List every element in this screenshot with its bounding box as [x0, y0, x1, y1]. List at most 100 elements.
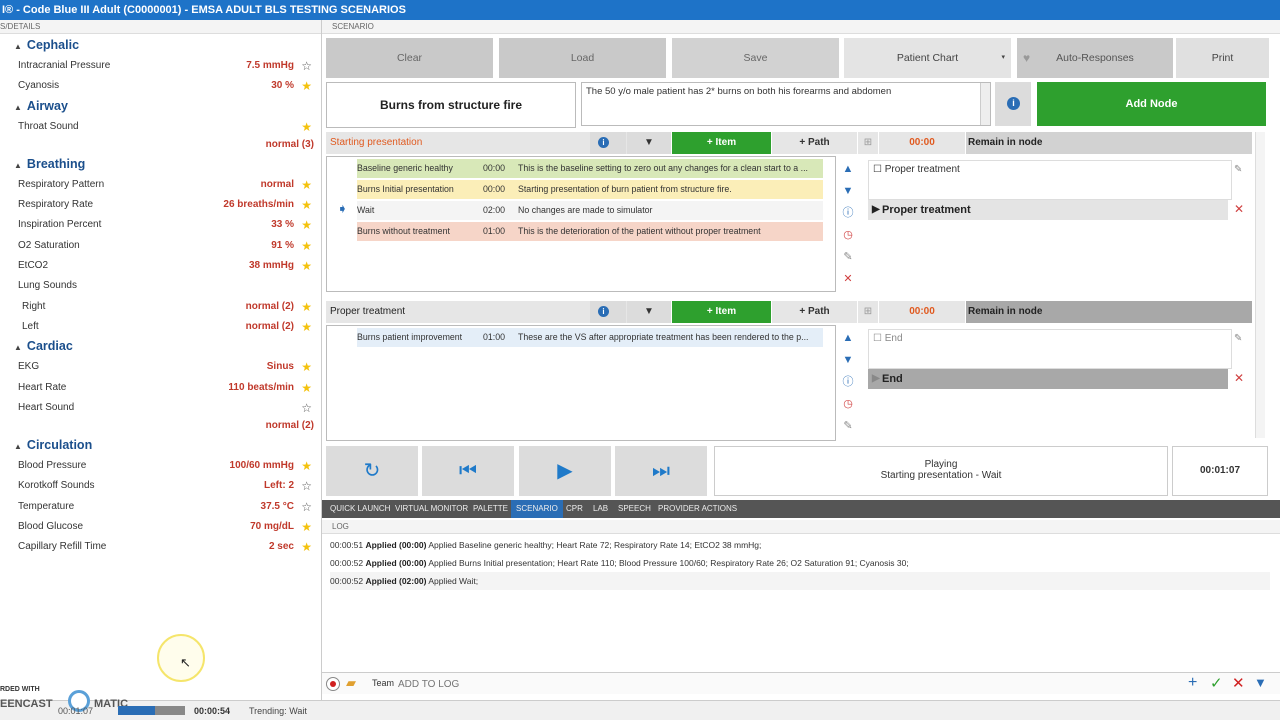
tab-speech[interactable]: SPEECH: [618, 500, 651, 518]
star-icon[interactable]: ★: [301, 195, 312, 215]
tab-lab[interactable]: LAB: [593, 500, 608, 518]
node1-path-row[interactable]: ▶ Proper treatment: [868, 200, 1228, 220]
info-button[interactable]: i: [995, 82, 1031, 126]
list-item[interactable]: Baseline generic healthy 00:00 This is the…: [357, 159, 823, 178]
patient-chart-button[interactable]: Patient Chart ▾: [844, 38, 1012, 78]
load-button[interactable]: Load: [499, 38, 667, 78]
parameter-row[interactable]: EKG Sinus ★: [12, 357, 318, 377]
star-icon[interactable]: ★: [301, 215, 312, 235]
collapse-icon[interactable]: ▲: [14, 103, 22, 112]
star-icon[interactable]: ★: [301, 236, 312, 256]
parameter-row[interactable]: Cyanosis 30 % ★: [12, 76, 318, 96]
star-icon[interactable]: ★: [301, 517, 312, 537]
team-label[interactable]: Team: [372, 678, 394, 688]
play-button[interactable]: ▶: [519, 446, 611, 496]
node1-add-path-button[interactable]: + Path: [772, 132, 857, 154]
section-breathing[interactable]: ▲ Breathing: [12, 155, 318, 175]
parameter-row[interactable]: Heart Rate 110 beats/min ★: [12, 378, 318, 398]
star-icon[interactable]: ★: [301, 317, 312, 337]
node1-dropdown[interactable]: ▼: [627, 132, 671, 154]
star-icon[interactable]: ☆: [301, 56, 312, 76]
parameter-row[interactable]: Respiratory Pattern normal ★: [12, 175, 318, 195]
clear-button[interactable]: Clear: [326, 38, 494, 78]
parameter-row[interactable]: Left normal (2) ★: [12, 317, 318, 337]
arrow-up-icon[interactable]: ▲: [837, 158, 859, 180]
parameter-row[interactable]: Blood Glucose 70 mg/dL ★: [12, 517, 318, 537]
filter-icon[interactable]: ▼: [1254, 675, 1267, 690]
folder-icon[interactable]: ▰: [346, 675, 356, 691]
collapse-icon[interactable]: ▲: [14, 161, 22, 170]
auto-responses-button[interactable]: ♥ Auto-Responses: [1017, 38, 1174, 78]
node1-remain[interactable]: Remain in node: [966, 132, 1252, 154]
star-icon[interactable]: ☆: [301, 398, 312, 418]
star-icon[interactable]: ★: [301, 76, 312, 96]
path-checkbox[interactable]: ☐ Proper treatment: [873, 164, 960, 175]
scenario-scrollbar[interactable]: [1255, 132, 1265, 438]
info-icon[interactable]: ⓘ: [837, 202, 859, 224]
parameter-row[interactable]: Inspiration Percent 33 % ★: [12, 215, 318, 235]
add-icon[interactable]: +: [1188, 674, 1197, 692]
parameter-row[interactable]: EtCO2 38 mmHg ★: [12, 256, 318, 276]
star-icon[interactable]: ★: [301, 456, 312, 476]
node2-dropdown[interactable]: ▼: [627, 301, 671, 323]
tab-scenario[interactable]: SCENARIO: [511, 500, 563, 518]
node2-info-button[interactable]: i: [590, 301, 626, 323]
scenario-description[interactable]: The 50 y/o male patient has 2* burns on …: [581, 82, 991, 126]
node2-remain[interactable]: Remain in node: [966, 301, 1252, 323]
tab-virtual-monitor[interactable]: VIRTUAL MONITOR: [395, 500, 468, 518]
collapse-icon[interactable]: ▲: [14, 343, 22, 352]
edit-icon[interactable]: ✎: [837, 415, 859, 437]
tab-palette[interactable]: PALETTE: [473, 500, 508, 518]
log-input[interactable]: [398, 675, 1178, 693]
record-button[interactable]: [326, 677, 340, 691]
skip-back-button[interactable]: ⏮: [422, 446, 514, 496]
delete-path-icon[interactable]: ✕: [1234, 202, 1244, 216]
collapse-icon[interactable]: ▲: [14, 442, 22, 451]
save-button[interactable]: Save: [672, 38, 840, 78]
edit-icon[interactable]: ✎: [1234, 164, 1242, 175]
edit-icon[interactable]: ✎: [837, 246, 859, 268]
arrow-up-icon[interactable]: ▲: [837, 327, 859, 349]
tree-icon[interactable]: ⊞: [858, 132, 878, 154]
parameter-row[interactable]: Respiratory Rate 26 breaths/min ★: [12, 195, 318, 215]
tree-icon[interactable]: ⊞: [858, 301, 878, 323]
arrow-down-icon[interactable]: ▼: [837, 349, 859, 371]
parameter-row[interactable]: Right normal (2) ★: [12, 297, 318, 317]
node2-add-item-button[interactable]: + Item: [672, 301, 771, 323]
parameter-row[interactable]: O2 Saturation 91 % ★: [12, 236, 318, 256]
collapse-icon[interactable]: ▲: [14, 42, 22, 51]
section-cardiac[interactable]: ▲ Cardiac: [12, 337, 318, 357]
close-icon[interactable]: ✕: [1232, 674, 1245, 692]
restart-button[interactable]: ↻: [326, 446, 418, 496]
parameter-row[interactable]: Lung Sounds: [12, 276, 318, 296]
clock-icon[interactable]: ◷: [837, 393, 859, 415]
parameter-row[interactable]: Temperature 37.5 °C ☆: [12, 497, 318, 517]
tab-quick-launch[interactable]: QUICK LAUNCH: [330, 500, 390, 518]
parameter-row[interactable]: Throat Sound ★: [12, 117, 318, 137]
section-circulation[interactable]: ▲ Circulation: [12, 436, 318, 456]
add-node-button[interactable]: Add Node: [1037, 82, 1266, 126]
list-item[interactable]: Wait 02:00 No changes are made to simulato…: [357, 201, 823, 220]
node2-add-path-button[interactable]: + Path: [772, 301, 857, 323]
parameter-row[interactable]: Capillary Refill Time 2 sec ★: [12, 537, 318, 557]
info-icon[interactable]: ⓘ: [837, 371, 859, 393]
node2-path-row[interactable]: ▶ End: [868, 369, 1228, 389]
list-item[interactable]: Burns patient improvement 01:00 These are …: [357, 328, 823, 347]
star-icon[interactable]: ☆: [301, 476, 312, 496]
check-icon[interactable]: ✓: [1210, 674, 1223, 692]
tab-cpr[interactable]: CPR: [566, 500, 583, 518]
skip-forward-button[interactable]: ⏭: [615, 446, 707, 496]
star-icon[interactable]: ★: [301, 256, 312, 276]
star-icon[interactable]: ★: [301, 175, 312, 195]
list-item[interactable]: Burns without treatment 01:00 This is the …: [357, 222, 823, 241]
delete-path-icon[interactable]: ✕: [1234, 371, 1244, 385]
path-checkbox[interactable]: ☐ End: [873, 333, 903, 344]
parameter-row[interactable]: Intracranial Pressure 7.5 mmHg ☆: [12, 56, 318, 76]
star-icon[interactable]: ☆: [301, 497, 312, 517]
node1-add-item-button[interactable]: + Item: [672, 132, 771, 154]
tab-provider-actions[interactable]: PROVIDER ACTIONS: [658, 500, 737, 518]
clock-icon[interactable]: ◷: [837, 224, 859, 246]
edit-icon[interactable]: ✎: [1234, 333, 1242, 344]
parameter-row[interactable]: Heart Sound ☆: [12, 398, 318, 418]
section-cephalic[interactable]: ▲ Cephalic: [12, 36, 318, 56]
